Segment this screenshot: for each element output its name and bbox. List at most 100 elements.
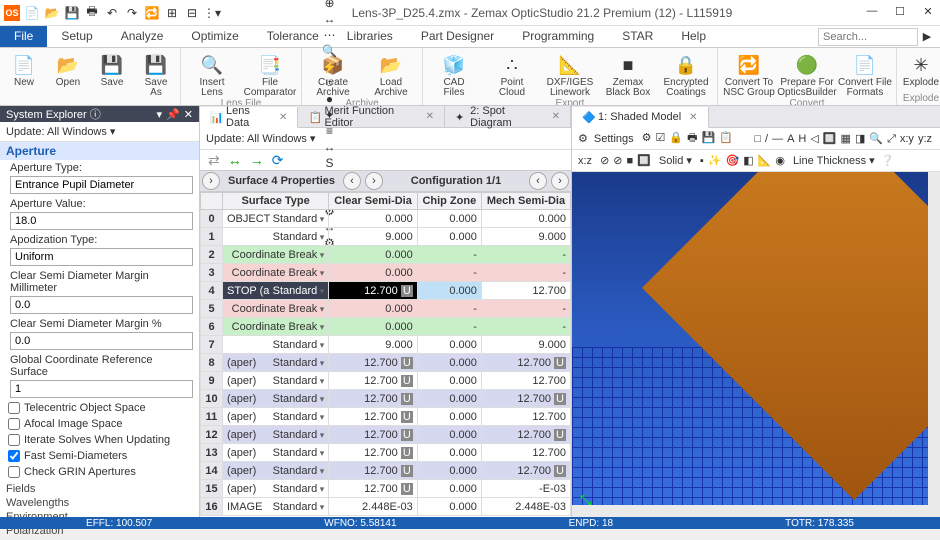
sysexp-pin-icon[interactable]: 📌 [166,108,180,121]
lens-data-close-icon[interactable]: ✕ [279,112,287,123]
surface-row-2[interactable]: 2Coordinate Break0.000-- [201,246,571,264]
sysexp-link-fields[interactable]: Fields [6,482,193,496]
tab-star[interactable]: STAR [608,26,667,47]
doctab-shaded-model[interactable]: 🔷1: Shaded Model✕ [572,107,709,128]
mech-semi-dia-cell[interactable]: - [481,318,570,336]
chip-zone-cell[interactable]: - [417,246,481,264]
tab-analyze[interactable]: Analyze [107,26,178,47]
tab-setup[interactable]: Setup [47,26,106,47]
tab-file[interactable]: File [0,26,47,47]
search-go-icon[interactable]: ▶ [918,30,936,43]
arrow-icon-0[interactable]: ⇄ [208,152,220,169]
surf-prev-icon[interactable]: ‹ [343,172,361,190]
modtb2b-0-icon[interactable]: ▪ [698,155,706,167]
surface-type-cell[interactable]: STOP (a Standard [223,282,329,300]
mech-semi-dia-cell[interactable]: - [481,264,570,282]
doctab-spot-diagram[interactable]: ✦2: Spot Diagram✕ [445,106,571,127]
mech-semi-dia-cell[interactable]: 12.700 U [481,426,570,444]
clear-semi-dia-cell[interactable]: 0.000 [329,210,417,228]
modtb2a-1-icon[interactable]: ⊘ [611,155,624,167]
tab-optimize[interactable]: Optimize [177,26,252,47]
surface-type-cell[interactable]: Coordinate Break [223,318,329,336]
modtb2a-0-icon[interactable]: ⊘ [598,155,611,167]
maximize-button[interactable]: ☐ [892,5,908,21]
clear-semi-dia-cell[interactable]: 12.700 U [329,462,417,480]
mech-semi-dia-cell[interactable]: - [481,246,570,264]
surface-row-11[interactable]: 11(aper) Standard12.700 U0.00012.700 [201,408,571,426]
modshape-3-icon[interactable]: A [785,133,796,145]
clear-semi-dia-cell[interactable]: 12.700 U [329,426,417,444]
arrow-icon-1[interactable]: ↔ [228,152,242,168]
surface-type-cell[interactable]: IMAGE Standard [223,498,329,516]
doctab-merit-fn[interactable]: 📋Merit Function Editor✕ [298,106,445,127]
qat-window1-icon[interactable]: ⊞ [164,5,180,21]
lenstb-icon-7[interactable]: ● [321,91,337,107]
clear-semi-dia-cell[interactable]: 12.700 U [329,444,417,462]
col-header[interactable]: Surface Type [223,193,329,210]
qat-undo-icon[interactable]: ↶ [104,5,120,21]
row-index[interactable]: 7 [201,336,223,354]
shaded-model-close-icon[interactable]: ✕ [689,112,697,123]
new-button[interactable]: 📄New [3,50,45,104]
chip-zone-cell[interactable]: 0.000 [417,480,481,498]
settings-dropdown[interactable]: Settings [594,133,634,145]
insert-lens-button[interactable]: 🔍Insert Lens [184,50,240,98]
sysexp-dropdown-icon[interactable]: ▾ [157,108,163,121]
afocal-checkbox[interactable] [8,418,20,430]
close-button[interactable]: ✕ [920,5,936,21]
point-cloud-button[interactable]: ∴Point Cloud [484,50,540,98]
grin-checkbox[interactable] [8,466,20,478]
tab-programming[interactable]: Programming [508,26,608,47]
modshape-4-icon[interactable]: H [796,133,808,145]
fastsd-checkbox[interactable] [8,450,20,462]
qat-new-icon[interactable]: 📄 [24,5,40,21]
modtb1-0-icon[interactable]: ⚙ [640,132,654,144]
chip-zone-cell[interactable]: 0.000 [417,444,481,462]
sysexp-close-icon[interactable]: ✕ [184,108,193,121]
mech-semi-dia-cell[interactable]: 2.448E-03 [481,498,570,516]
modshape-5-icon[interactable]: ◁ [808,133,820,145]
modshape-12-icon[interactable]: y:z [916,133,934,145]
chip-zone-cell[interactable]: 0.000 [417,426,481,444]
tab-libraries[interactable]: Libraries [333,26,407,47]
clear-semi-dia-cell[interactable]: 12.700 U [329,372,417,390]
csd-mm-input[interactable] [10,296,193,314]
modtb2a-3-icon[interactable]: 🔲 [635,155,653,167]
modshape-9-icon[interactable]: 🔍 [867,133,885,145]
tab-help[interactable]: Help [667,26,720,47]
gcrs-input[interactable] [10,380,193,398]
clear-semi-dia-cell[interactable]: 12.700 U [329,354,417,372]
surface-type-cell[interactable]: Coordinate Break [223,264,329,282]
lenstb-icon-1[interactable]: ⊕ [321,0,337,11]
col-header[interactable] [201,193,223,210]
modshape-7-icon[interactable]: ▦ [839,133,853,145]
row-index[interactable]: 3 [201,264,223,282]
black-box-button[interactable]: ■Zemax Black Box [600,50,656,98]
chip-zone-cell[interactable]: 0.000 [417,354,481,372]
chip-zone-cell[interactable]: 0.000 [417,498,481,516]
qat-convert-icon[interactable]: 🔁 [144,5,160,21]
mech-semi-dia-cell[interactable]: 12.700 U [481,354,570,372]
modtb1-5-icon[interactable]: 📋 [717,132,735,144]
row-index[interactable]: 2 [201,246,223,264]
row-index[interactable]: 15 [201,480,223,498]
line-thickness-dropdown[interactable]: Line Thickness ▾ [793,154,875,167]
chip-zone-cell[interactable]: 0.000 [417,336,481,354]
scrollbar-horizontal[interactable] [572,505,940,517]
modtb2a-2-icon[interactable]: ■ [625,155,636,167]
surface-type-cell[interactable]: (aper) Standard [223,408,329,426]
file-comparator-button[interactable]: 📑File Comparator [242,50,298,98]
row-index[interactable]: 12 [201,426,223,444]
search-input[interactable] [818,28,918,46]
chip-zone-cell[interactable]: - [417,264,481,282]
row-index[interactable]: 4 [201,282,223,300]
clear-semi-dia-cell[interactable]: 0.000 [329,318,417,336]
save-as-button[interactable]: 💾Save As [135,50,177,104]
surface-row-1[interactable]: 1Standard9.0000.0009.000 [201,228,571,246]
lenstb-icon-9[interactable]: ≡ [321,123,337,139]
surface-type-cell[interactable]: Standard [223,336,329,354]
apod-type-input[interactable] [10,248,193,266]
sysexp-section-aperture[interactable]: Aperture [0,142,199,160]
aperture-type-input[interactable] [10,176,193,194]
qat-redo-icon[interactable]: ↷ [124,5,140,21]
